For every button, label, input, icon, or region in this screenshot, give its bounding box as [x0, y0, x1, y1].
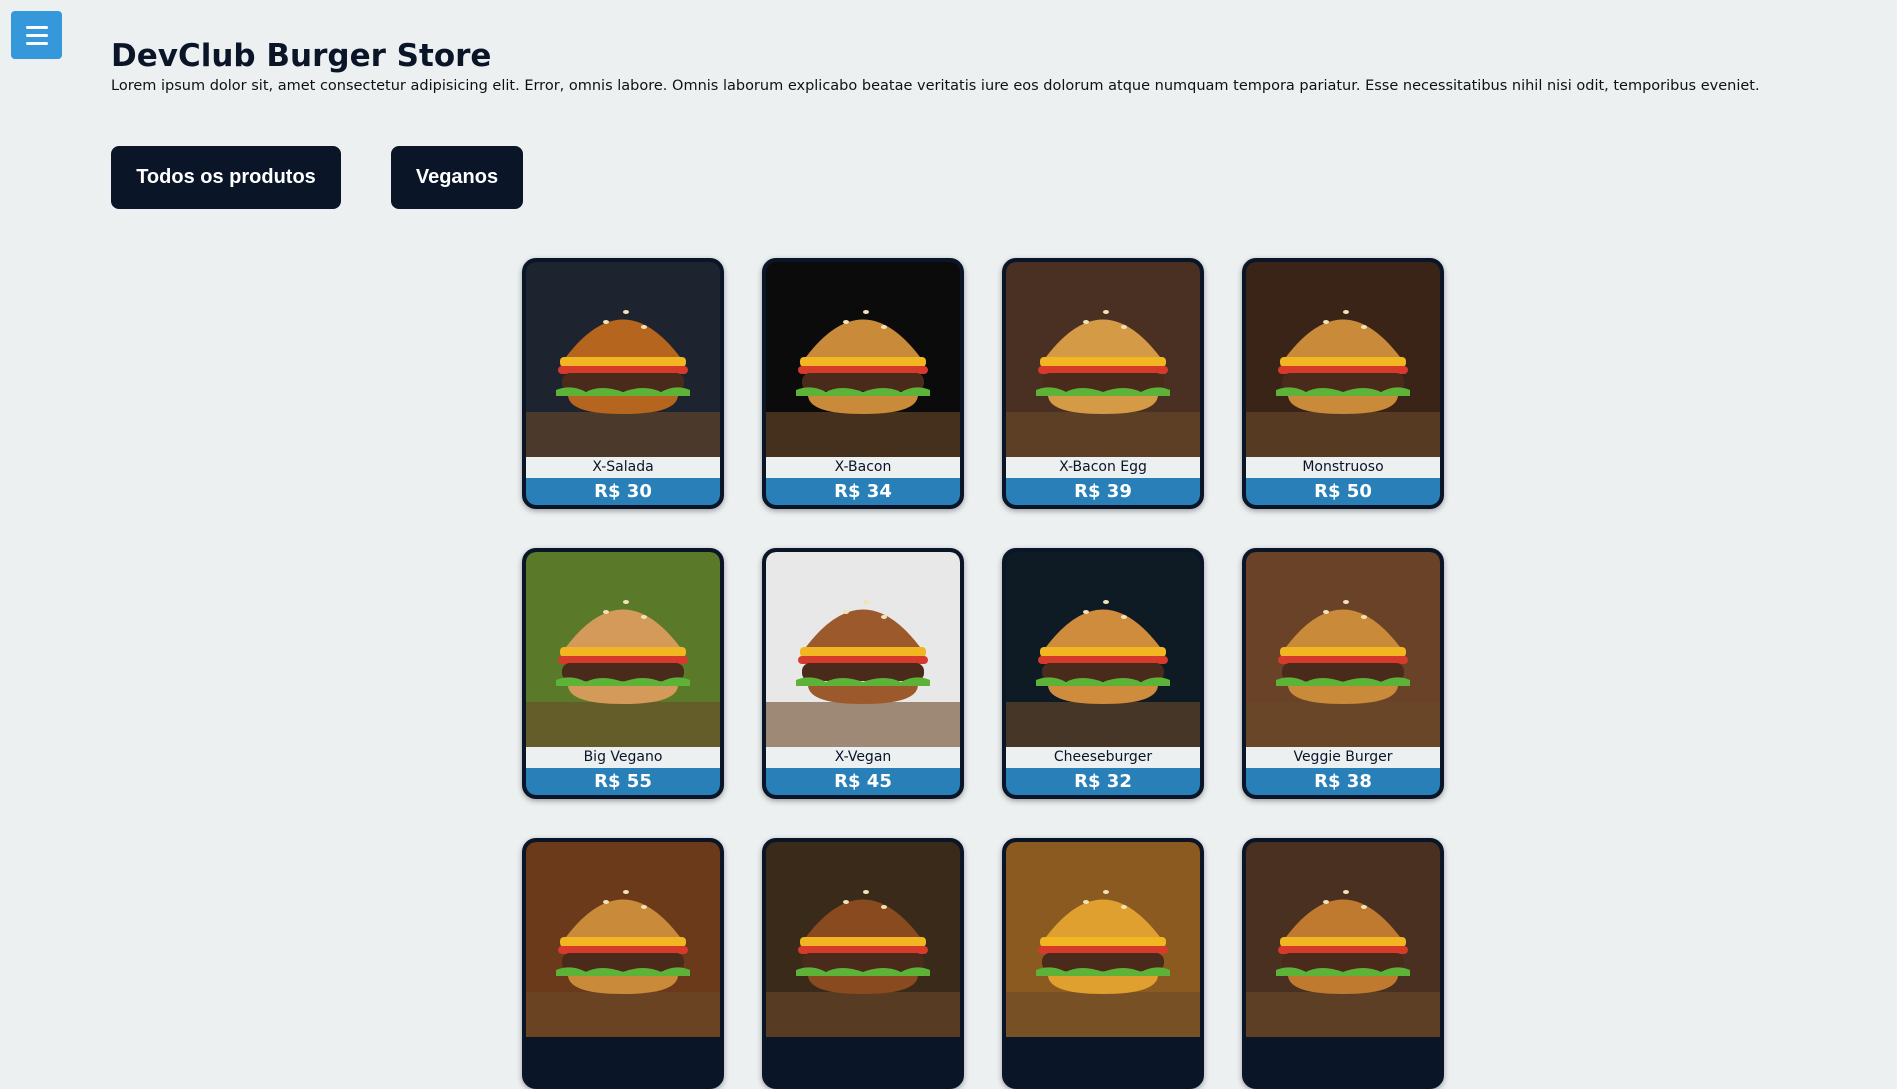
product-image	[526, 842, 720, 1037]
product-price: R$ 50	[1246, 478, 1440, 505]
product-price: R$ 30	[526, 478, 720, 505]
product-price: R$ 39	[1006, 478, 1200, 505]
product-card[interactable]	[762, 838, 964, 1089]
page-header: DevClub Burger Store Lorem ipsum dolor s…	[111, 38, 1871, 94]
product-image	[1246, 262, 1440, 457]
product-image	[1006, 262, 1200, 457]
product-price: R$ 32	[1006, 768, 1200, 795]
product-image	[1006, 552, 1200, 747]
product-card[interactable]: Monstruoso R$ 50	[1242, 258, 1444, 509]
product-name: X-Vegan	[766, 747, 960, 768]
hamburger-menu-icon-bar	[25, 41, 48, 45]
product-card[interactable]: Big Vegano R$ 55	[522, 548, 724, 799]
product-price: R$ 38	[1246, 768, 1440, 795]
product-price: R$ 34	[766, 478, 960, 505]
product-name: Cheeseburger	[1006, 747, 1200, 768]
page-description: Lorem ipsum dolor sit, amet consectetur …	[111, 78, 1760, 94]
page-title: DevClub Burger Store	[111, 38, 492, 74]
product-image	[526, 552, 720, 747]
product-card[interactable]	[522, 838, 724, 1089]
product-image	[766, 842, 960, 1037]
product-image	[526, 262, 720, 457]
product-name: X-Bacon Egg	[1006, 457, 1200, 478]
filter-vegan-button[interactable]: Veganos	[391, 146, 523, 209]
product-image	[1246, 552, 1440, 747]
filter-all-products-button[interactable]: Todos os produtos	[111, 146, 341, 209]
product-card[interactable]: X-Bacon R$ 34	[762, 258, 964, 509]
product-name: Big Vegano	[526, 747, 720, 768]
product-card[interactable]: X-Salada R$ 30	[522, 258, 724, 509]
product-name: X-Bacon	[766, 457, 960, 478]
product-card[interactable]	[1242, 838, 1444, 1089]
product-price: R$ 55	[526, 768, 720, 795]
product-image	[766, 552, 960, 747]
product-name: Monstruoso	[1246, 457, 1440, 478]
product-image	[1006, 842, 1200, 1037]
product-name: X-Salada	[526, 457, 720, 478]
product-name: Veggie Burger	[1246, 747, 1440, 768]
product-card[interactable]: X-Vegan R$ 45	[762, 548, 964, 799]
product-price: R$ 45	[766, 768, 960, 795]
menu-button[interactable]	[11, 11, 62, 59]
hamburger-menu-icon	[25, 25, 48, 29]
product-card[interactable]: X-Bacon Egg R$ 39	[1002, 258, 1204, 509]
product-card[interactable]	[1002, 838, 1204, 1089]
product-card[interactable]: Cheeseburger R$ 32	[1002, 548, 1204, 799]
product-image	[766, 262, 960, 457]
hamburger-menu-icon-bar	[25, 33, 48, 37]
product-image	[1246, 842, 1440, 1037]
product-card[interactable]: Veggie Burger R$ 38	[1242, 548, 1444, 799]
